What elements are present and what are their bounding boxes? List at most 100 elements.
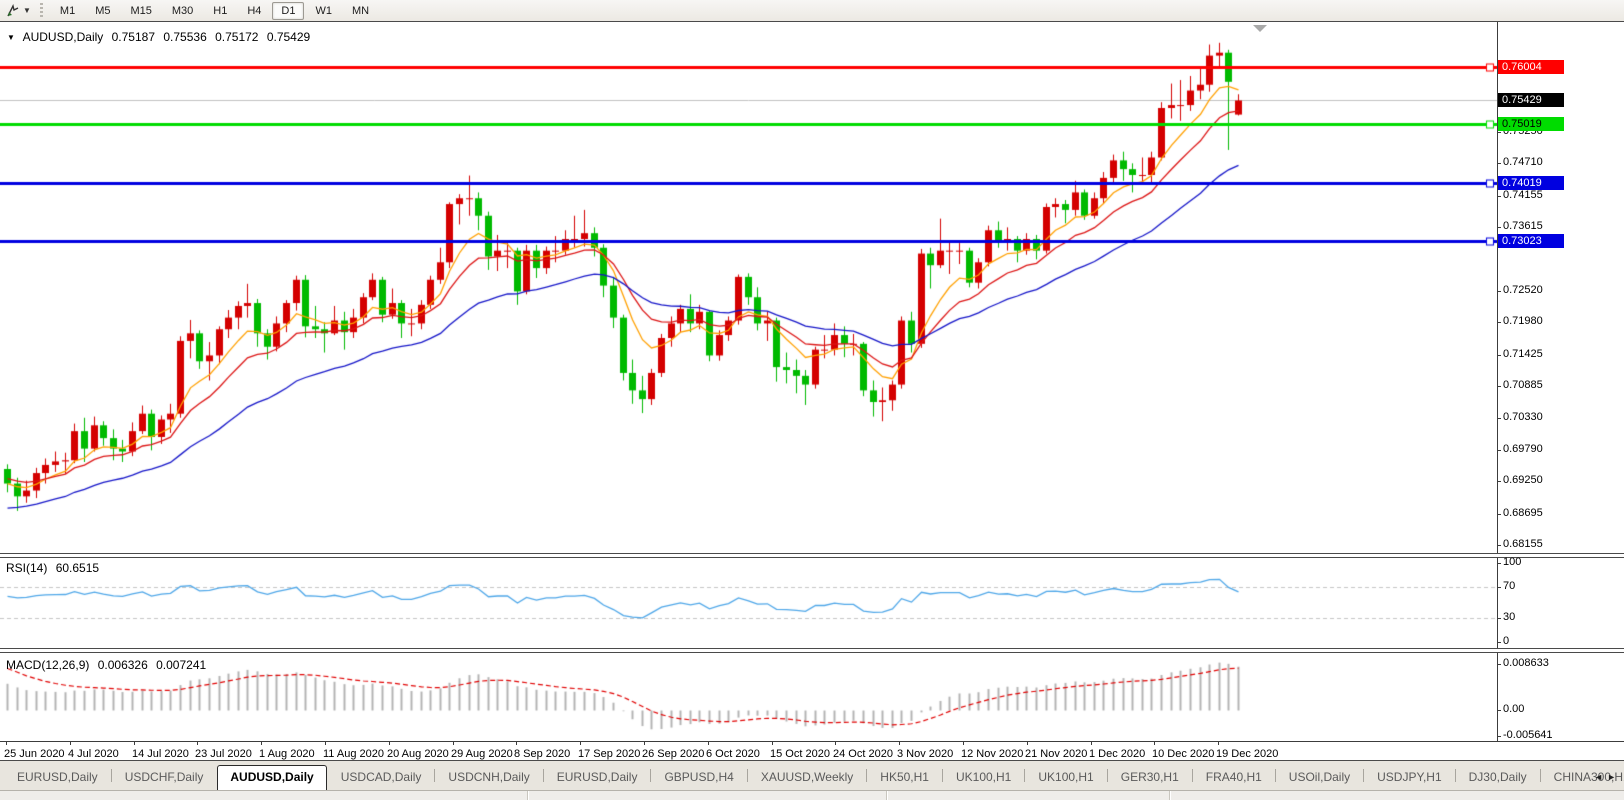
tab-scroll-arrows[interactable]: ◄► (1594, 772, 1620, 782)
price-axis-tick-dash (1497, 481, 1501, 482)
chevron-down-icon[interactable]: ▼ (23, 6, 31, 15)
timeframe-button-m5[interactable]: M5 (86, 2, 119, 20)
tab-hk50-h1[interactable]: HK50,H1 (867, 765, 942, 790)
rsi-axis-tick-dash (1497, 642, 1501, 643)
rsi-axis-tick: 30 (1503, 611, 1515, 623)
tab-eurusd-daily[interactable]: EURUSD,Daily (544, 765, 651, 790)
price-axis-tick-dash (1497, 450, 1501, 451)
time-axis-label: 3 Nov 2020 (897, 748, 953, 760)
tab-usdcnh-daily[interactable]: USDCNH,Daily (435, 765, 542, 790)
time-axis-label: 23 Jul 2020 (195, 748, 252, 760)
current-price-badge: 0.75429 (1498, 93, 1564, 107)
tab-ger30-h1[interactable]: GER30,H1 (1108, 765, 1192, 790)
timeframe-button-mn[interactable]: MN (343, 2, 378, 20)
macd-indicator-pane[interactable] (0, 654, 1497, 741)
time-axis-tick (70, 741, 71, 745)
low-value: 0.75172 (215, 30, 258, 44)
time-axis-tick (6, 741, 7, 745)
time-axis-tick (1027, 741, 1028, 745)
timeframe-buttons: M1M5M15M30H1H4D1W1MN (50, 2, 379, 20)
pane-splitter[interactable] (0, 648, 1624, 653)
time-axis-tick (516, 741, 517, 745)
time-axis: 25 Jun 20204 Jul 202014 Jul 202023 Jul 2… (0, 745, 1624, 762)
time-axis-label: 17 Sep 2020 (578, 748, 640, 760)
tab-uk100-h1[interactable]: UK100,H1 (943, 765, 1024, 790)
high-value: 0.75536 (163, 30, 206, 44)
time-axis-tick (1154, 741, 1155, 745)
status-cell (1170, 791, 1624, 800)
time-axis-label: 29 Aug 2020 (451, 748, 513, 760)
price-axis-tick: 0.69790 (1503, 443, 1543, 455)
rsi-name: RSI(14) (6, 561, 47, 575)
chart-tab-bar: EURUSD,DailyUSDCHF,DailyAUDUSD,DailyUSDC… (0, 761, 1624, 790)
price-axis-tick: 0.68155 (1503, 538, 1543, 550)
tab-dj30-daily[interactable]: DJ30,Daily (1456, 765, 1540, 790)
time-axis-label: 12 Nov 2020 (961, 748, 1023, 760)
macd-axis-tick: 0.008633 (1503, 657, 1549, 669)
rsi-value: 60.6515 (56, 561, 99, 575)
tab-xauusd-weekly[interactable]: XAUUSD,Weekly (748, 765, 866, 790)
time-axis-tick (1218, 741, 1219, 745)
macd-axis-tick-dash (1497, 664, 1501, 665)
tab-usdjpy-h1[interactable]: USDJPY,H1 (1364, 765, 1454, 790)
price-axis-tick-dash (1497, 132, 1501, 133)
timeframe-button-h4[interactable]: H4 (238, 2, 270, 20)
timeframe-button-m1[interactable]: M1 (51, 2, 84, 20)
price-axis-tick-dash (1497, 322, 1501, 323)
cursor-tool-icon[interactable] (4, 3, 22, 19)
timeframe-button-m15[interactable]: M15 (121, 2, 160, 20)
hline-price-badge: 0.74019 (1498, 176, 1564, 190)
time-axis-tick (644, 741, 645, 745)
time-axis-tick (899, 741, 900, 745)
price-axis-tick: 0.74155 (1503, 189, 1543, 201)
price-axis-tick: 0.74710 (1503, 156, 1543, 168)
time-axis-label: 20 Aug 2020 (387, 748, 449, 760)
tab-audusd-daily[interactable]: AUDUSD,Daily (217, 765, 326, 790)
time-axis-label: 26 Sep 2020 (642, 748, 704, 760)
rsi-axis-tick-dash (1497, 587, 1501, 588)
rsi-indicator-pane[interactable] (0, 557, 1497, 651)
tab-uk100-h1[interactable]: UK100,H1 (1025, 765, 1106, 790)
time-axis-tick (963, 741, 964, 745)
timeframe-button-m30[interactable]: M30 (163, 2, 202, 20)
macd-axis-tick-dash (1497, 736, 1501, 737)
tab-usdchf-daily[interactable]: USDCHF,Daily (112, 765, 217, 790)
macd-axis-tick-dash (1497, 710, 1501, 711)
timeframe-button-w1[interactable]: W1 (306, 2, 341, 20)
time-axis-label: 6 Oct 2020 (706, 748, 760, 760)
time-axis-tick (708, 741, 709, 745)
timeframe-button-h1[interactable]: H1 (204, 2, 236, 20)
tab-usdcad-daily[interactable]: USDCAD,Daily (328, 765, 435, 790)
chart-shift-marker[interactable] (1253, 25, 1267, 32)
time-axis-label: 8 Sep 2020 (514, 748, 570, 760)
tab-usoil-daily[interactable]: USOil,Daily (1276, 765, 1363, 790)
hline-price-badge: 0.75019 (1498, 117, 1564, 131)
price-axis-tick: 0.70330 (1503, 411, 1543, 423)
time-axis-tick (835, 741, 836, 745)
status-cell (528, 791, 887, 800)
timeframe-button-d1[interactable]: D1 (272, 2, 304, 20)
pane-splitter[interactable] (0, 553, 1624, 558)
mt4-trading-platform: { "toolbar": { "chart_icon": "cursor-too… (0, 0, 1624, 800)
price-axis-tick: 0.71980 (1503, 315, 1543, 327)
price-axis-tick: 0.68695 (1503, 507, 1543, 519)
time-axis-tick (389, 741, 390, 745)
toolbar-grip[interactable] (39, 3, 44, 18)
macd-label: MACD(12,26,9) 0.006326 0.007241 (6, 658, 211, 672)
symbol-dropdown-icon[interactable]: ▼ (7, 33, 15, 42)
time-axis-label: 4 Jul 2020 (68, 748, 119, 760)
time-axis-tick (772, 741, 773, 745)
tab-eurusd-daily[interactable]: EURUSD,Daily (4, 765, 111, 790)
time-axis-tick (1091, 741, 1092, 745)
price-axis-tick-dash (1497, 514, 1501, 515)
symbol-period-label: AUDUSD,Daily (23, 30, 104, 44)
hline-price-badge: 0.73023 (1498, 234, 1564, 248)
price-axis-tick: 0.70885 (1503, 379, 1543, 391)
status-bar (0, 790, 1624, 800)
macd-main-value: 0.006326 (98, 658, 148, 672)
main-price-chart[interactable] (0, 23, 1497, 554)
price-axis-tick-dash (1497, 227, 1501, 228)
tab-fra40-h1[interactable]: FRA40,H1 (1193, 765, 1275, 790)
tab-gbpusd-h4[interactable]: GBPUSD,H4 (651, 765, 746, 790)
price-axis-tick-dash (1497, 545, 1501, 546)
